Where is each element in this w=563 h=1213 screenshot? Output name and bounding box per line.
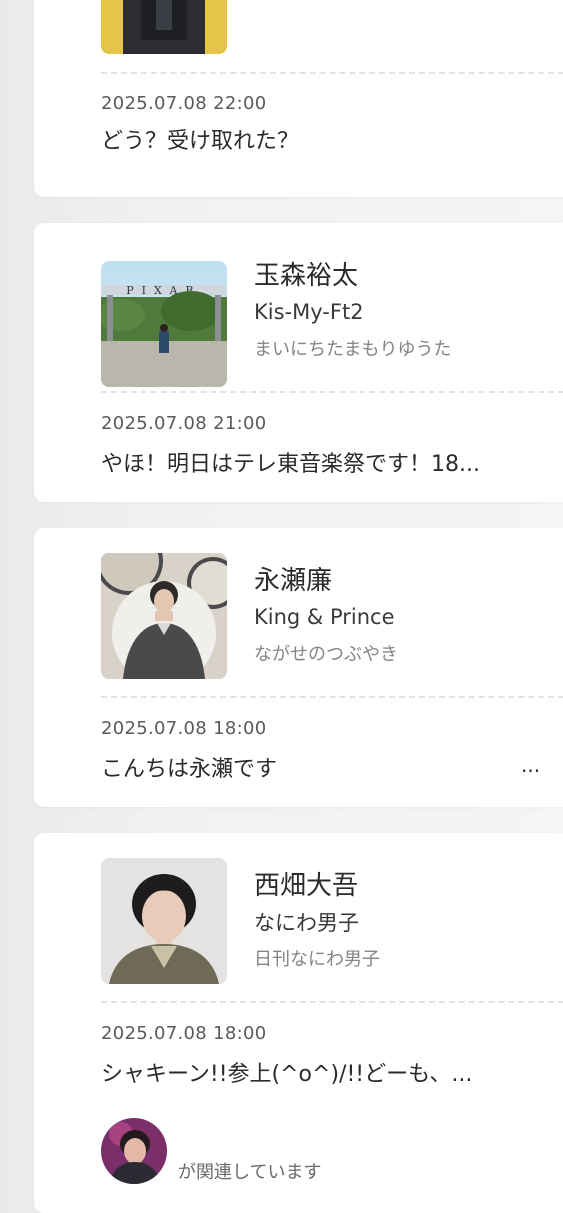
post-date: 2025.07.08 18:00	[101, 1023, 267, 1044]
post-card[interactable]: 西畑大吾 なにわ男子 日刊なにわ男子 2025.07.08 18:00 シャキー…	[34, 833, 563, 1213]
post-message[interactable]: こんちは永瀬です	[101, 751, 541, 783]
post-divider	[101, 1001, 563, 1003]
post-thumbnail[interactable]	[101, 0, 227, 54]
post-card[interactable]: 永瀬廉 King & Prince ながせのつぶやき 2025.07.08 18…	[34, 528, 563, 807]
post-ellipsis: ...	[521, 753, 541, 777]
group-name: King & Prince	[254, 605, 395, 629]
post-card[interactable]: PIXAR 玉森裕太 Kis-My-Ft2 まいにちたまもりゆうた 2025.0…	[34, 223, 563, 502]
blog-title: まいにちたまもりゆうた	[254, 339, 452, 360]
member-name[interactable]: 玉森裕太	[254, 255, 358, 292]
blog-title: ながせのつぶやき	[254, 644, 398, 665]
post-message[interactable]: やほ！明日はテレ東音楽祭です！18...	[101, 446, 541, 478]
post-card[interactable]: 2025.07.08 22:00 どう？受け取れた？	[34, 0, 563, 197]
post-divider	[101, 72, 563, 74]
post-divider	[101, 696, 563, 698]
related-label: が関連しています	[178, 1162, 322, 1183]
member-name[interactable]: 永瀬廉	[254, 560, 332, 597]
post-date: 2025.07.08 18:00	[101, 718, 267, 739]
post-date: 2025.07.08 22:00	[101, 93, 267, 114]
post-message[interactable]: どう？受け取れた？	[101, 123, 541, 155]
post-thumbnail[interactable]: PIXAR	[101, 261, 227, 387]
post-divider	[101, 391, 563, 393]
related-member-avatar[interactable]	[101, 1118, 167, 1184]
post-message[interactable]: シャキーン!!参上(^o^)/!!どーも、...	[101, 1056, 541, 1088]
post-thumbnail[interactable]	[101, 553, 227, 679]
blog-feed: 2025.07.08 22:00 どう？受け取れた？ PIXAR 玉森裕太 Ki…	[0, 0, 563, 1213]
group-name: Kis-My-Ft2	[254, 300, 364, 324]
post-date: 2025.07.08 21:00	[101, 413, 267, 434]
member-name[interactable]: 西畑大吾	[254, 865, 358, 902]
blog-title: 日刊なにわ男子	[254, 949, 380, 970]
group-name: なにわ男子	[254, 911, 359, 935]
post-thumbnail[interactable]	[101, 858, 227, 984]
